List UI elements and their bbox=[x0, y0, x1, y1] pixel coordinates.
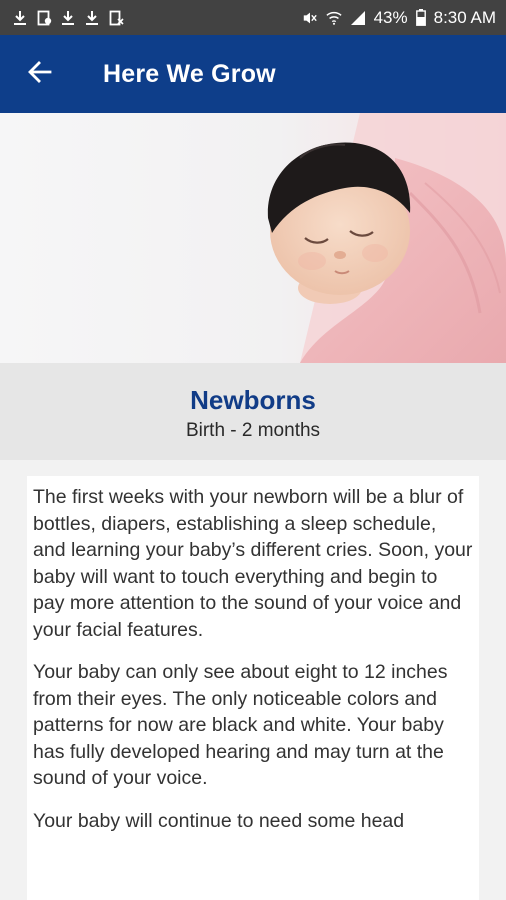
article-content: The first weeks with your newborn will b… bbox=[27, 476, 479, 900]
article-paragraph: Your baby will continue to need some hea… bbox=[33, 809, 405, 832]
app-title: Here We Grow bbox=[103, 59, 276, 88]
hero-image-sleeping-baby bbox=[0, 113, 506, 363]
battery-percent: 43% bbox=[373, 7, 408, 27]
file-download-icon bbox=[36, 9, 52, 27]
article-paragraph: Your baby can only see about eight to 12… bbox=[33, 661, 448, 789]
stage-age-range: Birth - 2 months bbox=[185, 420, 321, 441]
app-bar: Here We Grow bbox=[0, 35, 506, 113]
mute-icon bbox=[302, 9, 318, 27]
wifi-icon bbox=[326, 9, 342, 27]
signal-icon bbox=[350, 9, 366, 27]
system-status: 43% 8:30 AM bbox=[302, 8, 496, 28]
arrow-back-icon bbox=[28, 60, 52, 88]
battery-icon bbox=[415, 9, 426, 27]
notification-icons bbox=[12, 9, 124, 27]
stage-header: Newborns Birth - 2 months bbox=[0, 363, 506, 460]
download-icon bbox=[12, 9, 28, 27]
article-paragraph: The first weeks with your newborn will b… bbox=[33, 486, 473, 641]
status-bar: 43% 8:30 AM bbox=[0, 0, 506, 35]
back-button[interactable] bbox=[19, 53, 61, 95]
download-icon bbox=[60, 9, 76, 27]
clock: 8:30 AM bbox=[433, 7, 496, 27]
app-notification-icon bbox=[108, 9, 124, 27]
download-icon bbox=[84, 9, 100, 27]
stage-title: Newborns bbox=[190, 385, 316, 415]
